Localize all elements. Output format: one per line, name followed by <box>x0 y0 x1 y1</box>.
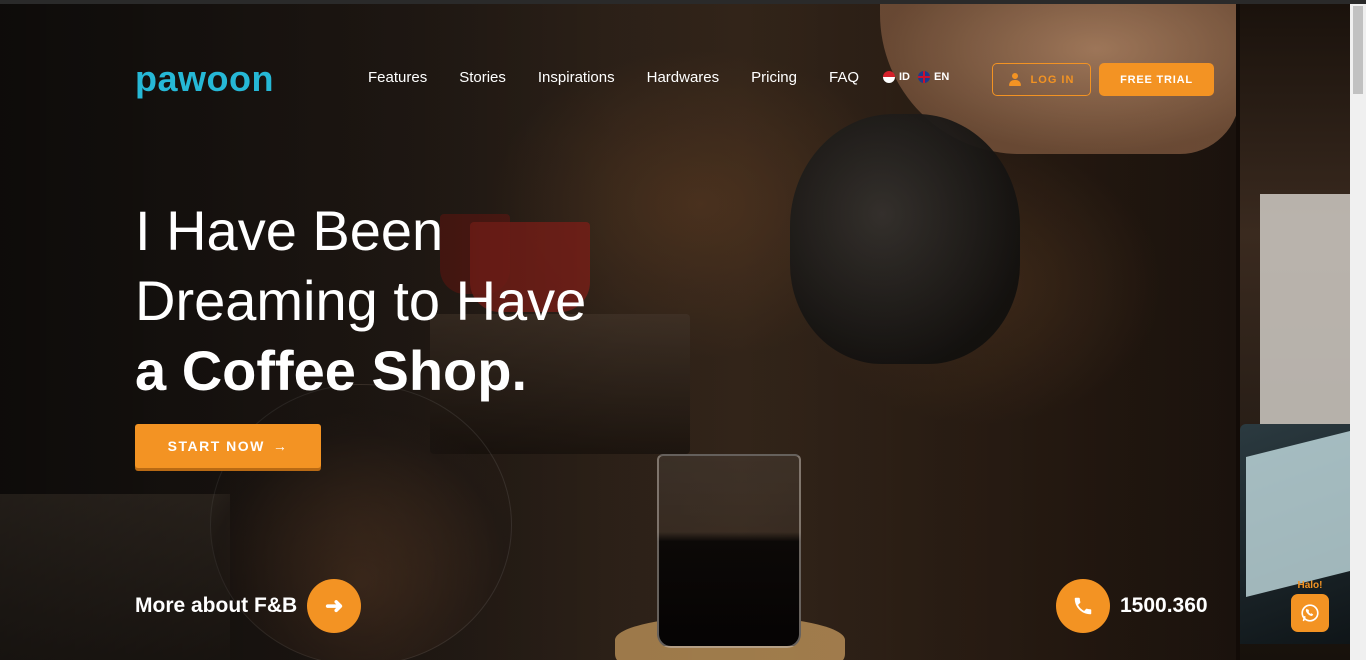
arrow-right-icon: → <box>272 438 289 454</box>
start-now-label: START NOW <box>167 438 265 454</box>
scrollbar-thumb[interactable] <box>1353 6 1363 94</box>
lang-id-label: ID <box>899 71 910 83</box>
login-button[interactable]: LOG IN <box>992 63 1091 96</box>
whatsapp-icon[interactable] <box>1291 594 1329 632</box>
chat-greeting: Halo! <box>1297 580 1323 591</box>
free-trial-label: FREE TRIAL <box>1120 73 1193 86</box>
lang-option-id[interactable]: ID <box>883 71 910 83</box>
nav-features[interactable]: Features <box>368 68 427 88</box>
hero-headline: I Have Been Dreaming to Have a Coffee Sh… <box>135 196 586 406</box>
lang-option-en[interactable]: EN <box>918 71 949 83</box>
lang-en-label: EN <box>934 71 950 83</box>
phone-icon[interactable] <box>1056 579 1110 633</box>
nav-stories[interactable]: Stories <box>459 68 506 88</box>
user-icon <box>1008 73 1021 86</box>
headline-line-1: I Have Been <box>135 199 444 262</box>
preview-tablet-screen <box>1246 431 1350 597</box>
page-scrollbar[interactable] <box>1350 4 1366 660</box>
arrow-right-circle-icon[interactable]: ➜ <box>307 579 362 633</box>
nav-pricing[interactable]: Pricing <box>751 68 797 88</box>
pawoon-logo[interactable]: pawoon <box>135 58 274 100</box>
more-about-fnb-label: More about F&B <box>135 594 298 617</box>
phone-contact[interactable]: 1500.360 <box>1056 579 1208 633</box>
indonesia-flag-icon <box>883 71 895 83</box>
nav-hardwares[interactable]: Hardwares <box>647 68 720 88</box>
phone-number: 1500.360 <box>1120 594 1208 617</box>
main-nav: Features Stories Inspirations Hardwares … <box>368 68 859 88</box>
nav-inspirations[interactable]: Inspirations <box>538 68 615 88</box>
next-slide-preview[interactable] <box>1240 4 1350 660</box>
start-now-button[interactable]: START NOW → <box>135 424 321 468</box>
headline-line-2: Dreaming to Have <box>135 269 587 332</box>
uk-flag-icon <box>918 71 930 83</box>
free-trial-button[interactable]: FREE TRIAL <box>1099 63 1214 96</box>
headline-line-3: a Coffee Shop. <box>135 339 528 402</box>
language-switcher: ID EN <box>883 71 949 83</box>
logo-text: pawoon <box>135 58 274 99</box>
whatsapp-chat-widget[interactable]: Halo! <box>1290 580 1330 632</box>
login-label: LOG IN <box>1030 73 1075 86</box>
preview-sign <box>1260 194 1350 434</box>
nav-faq[interactable]: FAQ <box>829 68 859 88</box>
more-about-fnb-link[interactable]: More about F&B ➜ <box>135 579 362 633</box>
